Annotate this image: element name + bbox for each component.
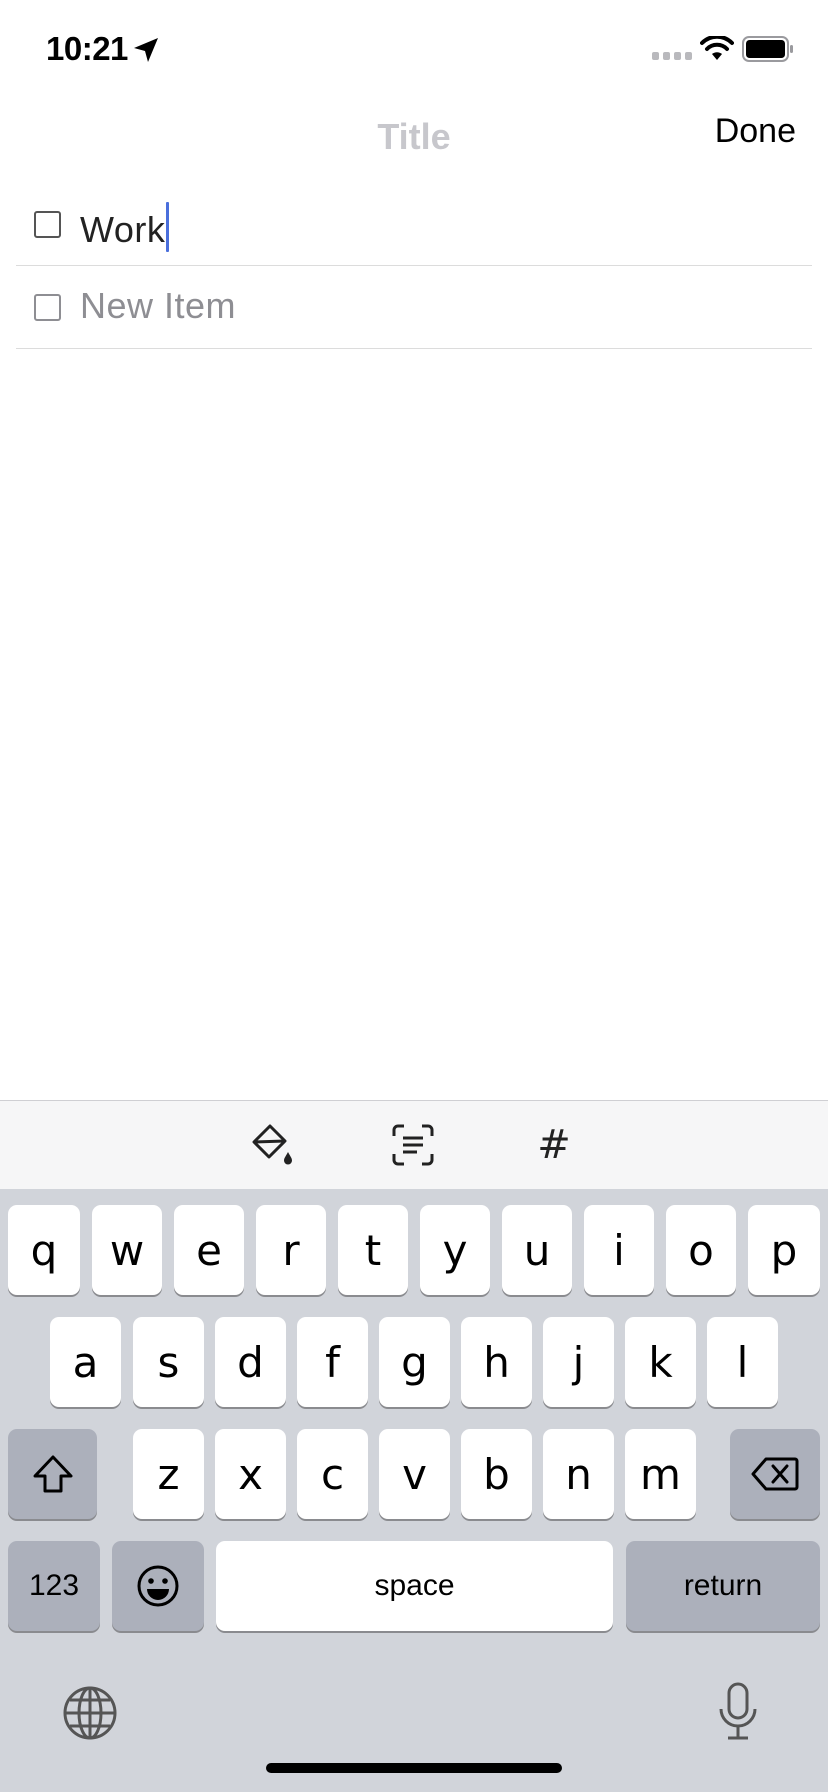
key-v[interactable]: v (379, 1429, 450, 1519)
done-button[interactable]: Done (715, 112, 796, 151)
paint-bucket-icon (252, 1124, 292, 1165)
formatting-toolbar: # (0, 1100, 828, 1189)
key-x[interactable]: x (215, 1429, 286, 1519)
location-arrow-icon (134, 38, 158, 62)
home-indicator[interactable] (266, 1763, 562, 1773)
key-o[interactable]: o (666, 1205, 736, 1295)
key-q[interactable]: q (8, 1205, 80, 1295)
scan-text-button[interactable] (385, 1117, 441, 1173)
key-h[interactable]: h (461, 1317, 532, 1407)
keyboard: q w e r t y u i o p a s d f g h j k l z … (0, 1189, 828, 1792)
key-r[interactable]: r (256, 1205, 326, 1295)
key-i[interactable]: i (584, 1205, 654, 1295)
checklist-item-text[interactable]: Work (80, 202, 170, 252)
key-m[interactable]: m (625, 1429, 696, 1519)
delete-key[interactable] (730, 1429, 820, 1519)
shift-key[interactable] (8, 1429, 97, 1519)
space-key[interactable]: space (216, 1541, 613, 1631)
backspace-icon (751, 1457, 799, 1491)
new-item-input[interactable]: New Item (80, 285, 236, 327)
key-s[interactable]: s (133, 1317, 204, 1407)
cellular-signal-icon (652, 52, 692, 60)
background-color-button[interactable] (244, 1117, 300, 1173)
status-bar: 10:21 (0, 0, 828, 100)
key-y[interactable]: y (420, 1205, 490, 1295)
key-w[interactable]: w (92, 1205, 162, 1295)
key-k[interactable]: k (625, 1317, 696, 1407)
scan-text-icon (392, 1124, 434, 1166)
title-field[interactable]: Title (0, 116, 828, 158)
key-p[interactable]: p (748, 1205, 820, 1295)
return-key[interactable]: return (626, 1541, 820, 1631)
new-item-row[interactable]: New Item (16, 266, 812, 349)
key-n[interactable]: n (543, 1429, 614, 1519)
battery-icon (742, 36, 793, 62)
tag-button[interactable]: # (526, 1117, 582, 1173)
key-j[interactable]: j (543, 1317, 614, 1407)
globe-icon[interactable] (62, 1685, 118, 1741)
shift-arrow-icon (33, 1455, 72, 1493)
key-d[interactable]: d (215, 1317, 286, 1407)
wifi-icon (700, 36, 734, 60)
key-g[interactable]: g (379, 1317, 450, 1407)
new-item-checkbox[interactable] (34, 294, 61, 321)
key-u[interactable]: u (502, 1205, 572, 1295)
key-f[interactable]: f (297, 1317, 368, 1407)
key-e[interactable]: e (174, 1205, 244, 1295)
microphone-icon[interactable] (716, 1681, 760, 1743)
numbers-key[interactable]: 123 (8, 1541, 100, 1631)
emoji-icon (137, 1565, 179, 1607)
key-z[interactable]: z (133, 1429, 204, 1519)
checklist: Work New Item (16, 183, 812, 349)
emoji-key[interactable] (112, 1541, 204, 1631)
text-caret (166, 202, 170, 252)
key-b[interactable]: b (461, 1429, 532, 1519)
key-l[interactable]: l (707, 1317, 778, 1407)
key-t[interactable]: t (338, 1205, 408, 1295)
checklist-item[interactable]: Work (16, 183, 812, 266)
checkbox[interactable] (34, 211, 61, 238)
status-time: 10:21 (46, 30, 128, 67)
key-c[interactable]: c (297, 1429, 368, 1519)
key-a[interactable]: a (50, 1317, 121, 1407)
